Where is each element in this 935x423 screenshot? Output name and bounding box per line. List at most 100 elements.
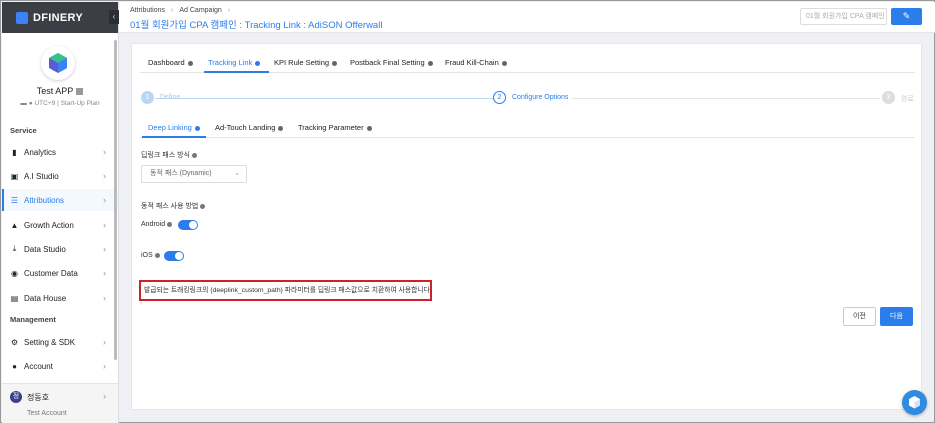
download-icon: ⤓ — [12, 244, 17, 253]
app-meta: ▬ ● UTC+9 | Start-Up Plan — [2, 100, 118, 107]
dynamic-path-label: 동적 패스 사용 방법 — [141, 201, 206, 211]
tab-kpi-rule-setting[interactable]: KPI Rule Setting — [274, 58, 338, 67]
app-name[interactable]: Test APP — [2, 86, 118, 96]
sidebar-item-label: Customer Data — [24, 268, 78, 278]
label-text: 딥링크 패스 방식 — [141, 152, 190, 159]
sidebar-item-account[interactable]: ● Account › — [2, 355, 118, 377]
sidebar-item-growth-action[interactable]: ▲ Growth Action › — [2, 214, 118, 236]
bar-chart-icon: ▮ — [12, 147, 17, 157]
sidebar-item-attributions[interactable]: ☰ Attributions › — [2, 189, 118, 211]
sidebar-item-label: A.I Studio — [24, 171, 59, 181]
user-account: Test Account — [27, 410, 67, 417]
subtab-tracking-parameter[interactable]: Tracking Parameter — [298, 123, 372, 132]
sidebar-item-label: Data House — [24, 293, 67, 303]
edit-button[interactable]: ✎ — [891, 8, 922, 25]
app-frame: DFINERY ‹ Test APP ▬ ● UTC+9 | Start-Up … — [0, 0, 935, 423]
sidebar-item-label: Data Studio — [24, 244, 66, 254]
ios-label: iOS — [141, 252, 160, 259]
label-text: Android — [141, 221, 166, 228]
info-icon — [167, 221, 173, 227]
chevron-right-icon: › — [103, 220, 106, 230]
logo-mark-icon — [16, 11, 28, 24]
sidebar-item-data-house[interactable]: ▤ Data House › — [2, 287, 118, 309]
chevron-right-icon: › — [103, 391, 106, 401]
android-toggle[interactable] — [178, 220, 198, 230]
subtab-active-indicator — [142, 136, 206, 138]
select-value: 동적 패스 (Dynamic) — [150, 170, 212, 177]
info-icon — [427, 60, 433, 66]
help-chat-button[interactable] — [902, 390, 927, 415]
chevron-right-icon: › — [103, 147, 106, 157]
cube-icon — [49, 53, 67, 73]
next-button[interactable]: 다음 — [880, 307, 913, 326]
sidebar-item-setting-sdk[interactable]: ⚙ Setting & SDK › — [2, 331, 118, 353]
label-text: 동적 패스 사용 방법 — [141, 203, 199, 210]
step-3-indicator: 3 — [882, 91, 895, 104]
tab-label: Postback Final Setting — [350, 58, 425, 67]
subtab-deep-linking[interactable]: Deep Linking — [148, 123, 200, 132]
step-2-indicator: 2 — [493, 91, 506, 104]
step-1-label: Define — [160, 94, 181, 101]
deeplink-notice: 발급되는 트래킹링크의 {deeplink_custom_path} 파라미터를… — [139, 280, 432, 301]
chevron-right-icon: › — [103, 293, 106, 303]
sidebar-item-customer-data[interactable]: ◉ Customer Data › — [2, 262, 118, 284]
section-label-management: Management — [10, 315, 56, 324]
app-name-label: Test APP — [36, 86, 74, 96]
step-1-indicator: 1 — [141, 91, 154, 104]
info-icon — [255, 60, 261, 66]
info-icon — [154, 252, 160, 258]
brand-name: DFINERY — [33, 11, 83, 24]
subtab-label: Tracking Parameter — [298, 123, 364, 132]
tab-dashboard[interactable]: Dashboard — [148, 58, 193, 67]
page-title: 01월 회원가입 CPA 캠페인 : Tracking Link : AdiSO… — [130, 20, 383, 31]
step-connector — [572, 98, 880, 99]
apple-icon: ● — [28, 100, 33, 107]
step-2-label: Configure Options — [512, 94, 569, 101]
step-3-label: 완료 — [901, 96, 914, 103]
database-icon: ▤ — [10, 293, 19, 303]
toggle-knob — [189, 221, 197, 229]
breadcrumb-separator-icon: › — [227, 7, 231, 14]
sidebar: DFINERY ‹ Test APP ▬ ● UTC+9 | Start-Up … — [2, 2, 119, 423]
label-text: iOS — [141, 252, 153, 259]
app-icon[interactable] — [41, 46, 75, 80]
sidebar-item-ai-studio[interactable]: ▣ A.I Studio › — [2, 165, 118, 187]
info-icon — [187, 60, 193, 66]
info-icon — [200, 203, 206, 209]
main-tabs: Dashboard Tracking Link KPI Rule Setting… — [140, 52, 915, 73]
app-info: Test APP ▬ ● UTC+9 | Start-Up Plan — [2, 34, 118, 122]
sidebar-scrollbar[interactable] — [114, 40, 117, 360]
collapse-sidebar-button[interactable]: ‹ — [109, 10, 119, 24]
stepper: 1 Define 2 Configure Options 3 완료 — [140, 91, 915, 107]
breadcrumb-item[interactable]: Ad Campaign — [179, 7, 221, 14]
tab-postback-final-setting[interactable]: Postback Final Setting — [350, 58, 433, 67]
section-label-service: Service — [10, 126, 37, 135]
breadcrumb-item[interactable]: Attributions — [130, 7, 165, 14]
app-settings-icon[interactable] — [76, 88, 84, 96]
tab-fraud-kill-chain[interactable]: Fraud Kill-Chain — [445, 58, 507, 67]
info-icon — [194, 125, 200, 131]
android-icon: ▬ — [20, 100, 27, 107]
toggle-knob — [175, 252, 183, 260]
campaign-name-input[interactable]: 01월 회원가입 CPA 캠페인 — [800, 8, 887, 25]
tab-label: Dashboard — [148, 58, 185, 67]
pencil-icon: ✎ — [902, 11, 911, 21]
sidebar-item-data-studio[interactable]: ⤓ Data Studio › — [2, 238, 118, 260]
avatar: 정 — [10, 391, 22, 403]
subtab-label: Deep Linking — [148, 123, 192, 132]
breadcrumb: Attributions › Ad Campaign › — [130, 7, 236, 14]
main-card: Dashboard Tracking Link KPI Rule Setting… — [131, 43, 922, 410]
chevron-right-icon: › — [103, 244, 106, 254]
ai-icon: ▣ — [10, 171, 19, 181]
tab-tracking-link[interactable]: Tracking Link — [208, 58, 261, 67]
sidebar-item-analytics[interactable]: ▮ Analytics › — [2, 141, 118, 163]
step-connector — [155, 98, 493, 99]
user-menu[interactable]: 정 정동호 › Test Account — [2, 383, 118, 423]
chevron-down-icon: ⌄ — [234, 170, 240, 177]
chevron-right-icon: › — [103, 171, 106, 181]
deeplink-method-select[interactable]: 동적 패스 (Dynamic) ⌄ — [141, 165, 247, 183]
subtab-ad-touch-landing[interactable]: Ad-Touch Landing — [215, 123, 284, 132]
prev-button[interactable]: 이전 — [843, 307, 876, 326]
ios-toggle[interactable] — [164, 251, 184, 261]
header: Attributions › Ad Campaign › 01월 회원가입 CPA 캠… — [119, 2, 935, 33]
